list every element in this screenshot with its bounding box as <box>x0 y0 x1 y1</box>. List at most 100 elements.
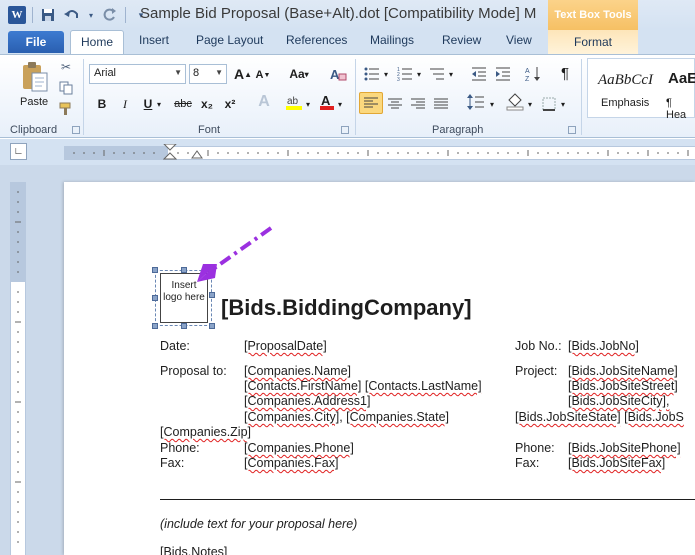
fax-field[interactable]: [Companies.Fax] <box>244 456 338 470</box>
tab-review[interactable]: Review <box>442 33 481 47</box>
tab-format[interactable]: Format <box>548 30 638 54</box>
style-heading-name[interactable]: ¶ Hea <box>666 97 695 121</box>
shrink-font-button[interactable]: A ▼ <box>255 66 271 84</box>
style-emphasis-name[interactable]: Emphasis <box>601 97 649 109</box>
tab-view[interactable]: View <box>506 33 532 47</box>
align-center-icon[interactable] <box>386 95 404 113</box>
underline-dropdown-icon[interactable]: ▾ <box>155 95 163 113</box>
show-formatting-icon[interactable]: ¶ <box>557 64 573 82</box>
proposal-body-text[interactable]: (include text for your proposal here) <box>160 517 357 531</box>
style-emphasis-preview[interactable]: AaBbCcI <box>598 72 653 89</box>
shading-icon[interactable] <box>505 93 525 111</box>
line-spacing-dropdown-icon[interactable]: ▾ <box>488 95 496 113</box>
horizontal-ruler[interactable] <box>64 144 695 160</box>
align-right-icon[interactable] <box>409 95 427 113</box>
font-color-dropdown-icon[interactable]: ▾ <box>336 95 344 113</box>
city-field[interactable]: [Companies.City] <box>244 410 339 424</box>
grow-font-button[interactable]: A ▲ <box>234 65 252 83</box>
borders-icon[interactable] <box>540 95 558 113</box>
align-left-icon[interactable] <box>359 92 383 114</box>
text-effects-button[interactable]: A <box>254 93 274 111</box>
redo-icon[interactable] <box>101 6 119 24</box>
word-app-icon[interactable]: W <box>8 6 26 24</box>
address1-field[interactable]: [Companies.Address1] <box>244 394 370 408</box>
font-dialog-launcher[interactable] <box>341 126 349 134</box>
font-name-select[interactable]: Arial ▼ <box>89 64 186 84</box>
tab-insert[interactable]: Insert <box>139 33 169 47</box>
paragraph-group-label: Paragraph <box>432 124 484 136</box>
clear-formatting-icon[interactable]: A <box>328 65 348 83</box>
borders-dropdown-icon[interactable]: ▾ <box>559 95 567 113</box>
ribbon-tabs: File Home Insert Page Layout References … <box>0 30 695 55</box>
font-size-select[interactable]: 8 ▼ <box>189 64 227 84</box>
contact-last-name-field[interactable]: [Contacts.LastName] <box>365 379 482 393</box>
resize-handle[interactable] <box>152 295 158 301</box>
tab-selector-icon[interactable]: ∟ <box>10 143 27 160</box>
bullets-icon[interactable] <box>363 65 381 83</box>
line-spacing-icon[interactable] <box>465 93 487 111</box>
shading-dropdown-icon[interactable]: ▾ <box>526 95 534 113</box>
highlight-icon[interactable]: ab <box>284 93 304 111</box>
company-name-field[interactable]: [Companies.Name] <box>244 364 351 378</box>
date-field[interactable]: [ProposalDate] <box>244 339 327 353</box>
paste-button-label[interactable]: Paste <box>20 96 48 108</box>
notes-field[interactable]: [Bids.Notes] <box>160 545 227 555</box>
strikethrough-button[interactable]: abc <box>173 95 193 113</box>
paste-icon[interactable] <box>20 61 50 93</box>
job-site-name-field[interactable]: [Bids.JobSiteName] <box>568 364 678 378</box>
resize-handle[interactable] <box>152 323 158 329</box>
italic-button[interactable]: I <box>118 95 132 113</box>
tab-mailings[interactable]: Mailings <box>370 33 414 47</box>
numbering-dropdown-icon[interactable]: ▾ <box>415 65 423 83</box>
decrease-indent-icon[interactable] <box>470 65 488 83</box>
superscript-button[interactable]: x² <box>222 95 238 113</box>
bidding-company-heading[interactable]: [Bids.BiddingCompany] <box>221 295 472 321</box>
zip-field[interactable]: [Companies.Zip] <box>160 425 251 439</box>
multilevel-list-icon[interactable] <box>428 65 446 83</box>
contact-first-name-field[interactable]: [Contacts.FirstName] <box>244 379 361 393</box>
resize-handle[interactable] <box>209 323 215 329</box>
highlight-dropdown-icon[interactable]: ▾ <box>304 95 312 113</box>
bullets-dropdown-icon[interactable]: ▾ <box>382 65 390 83</box>
numbering-icon[interactable]: 123 <box>396 65 414 83</box>
right-indent-marker-icon[interactable] <box>191 147 203 159</box>
job-site-zip-field[interactable]: [Bids.JobS <box>624 410 684 424</box>
underline-button[interactable]: U <box>141 95 155 113</box>
format-painter-icon[interactable] <box>58 101 74 117</box>
undo-dropdown-icon[interactable]: ▾ <box>87 6 95 24</box>
copy-icon[interactable] <box>58 80 74 96</box>
job-site-street-field[interactable]: [Bids.JobSiteStreet] <box>568 379 678 393</box>
tab-references[interactable]: References <box>286 33 347 47</box>
tab-file[interactable]: File <box>8 31 64 53</box>
state-field[interactable]: [Companies.State] <box>346 410 449 424</box>
multilevel-dropdown-icon[interactable]: ▾ <box>447 65 455 83</box>
justify-icon[interactable] <box>432 95 450 113</box>
tab-page-layout[interactable]: Page Layout <box>196 33 263 47</box>
phone-field[interactable]: [Companies.Phone] <box>244 441 354 455</box>
clipboard-dialog-launcher[interactable] <box>72 126 80 134</box>
resize-handle[interactable] <box>152 267 158 273</box>
undo-icon[interactable] <box>63 6 81 24</box>
paragraph-dialog-launcher[interactable] <box>568 126 576 134</box>
date-label: Date: <box>160 339 190 353</box>
job-site-phone-field[interactable]: [Bids.JobSitePhone] <box>568 441 681 455</box>
indent-marker-icon[interactable] <box>163 144 177 160</box>
cut-icon[interactable]: ✂ <box>58 59 74 75</box>
job-site-city-field[interactable]: [Bids.JobSiteCity], <box>568 394 669 408</box>
vertical-ruler[interactable] <box>10 182 26 555</box>
text-effects-label: A <box>258 93 270 110</box>
bold-button[interactable]: B <box>95 95 109 113</box>
increase-indent-icon[interactable] <box>494 65 512 83</box>
subscript-button[interactable]: x₂ <box>199 95 215 113</box>
font-color-icon[interactable]: A <box>318 93 336 111</box>
resize-handle[interactable] <box>181 323 187 329</box>
style-heading-preview[interactable]: AaE <box>668 70 695 87</box>
job-site-fax-field[interactable]: [Bids.JobSiteFax] <box>568 456 665 470</box>
tab-home[interactable]: Home <box>70 30 124 55</box>
save-icon[interactable] <box>39 6 57 24</box>
change-case-button[interactable]: Aa ▾ <box>287 65 311 83</box>
resize-handle[interactable] <box>209 292 215 298</box>
job-no-field[interactable]: [Bids.JobNo] <box>568 339 639 353</box>
sort-icon[interactable]: AZ <box>524 65 542 83</box>
job-site-state-field[interactable]: [Bids.JobSiteState] <box>515 410 621 424</box>
